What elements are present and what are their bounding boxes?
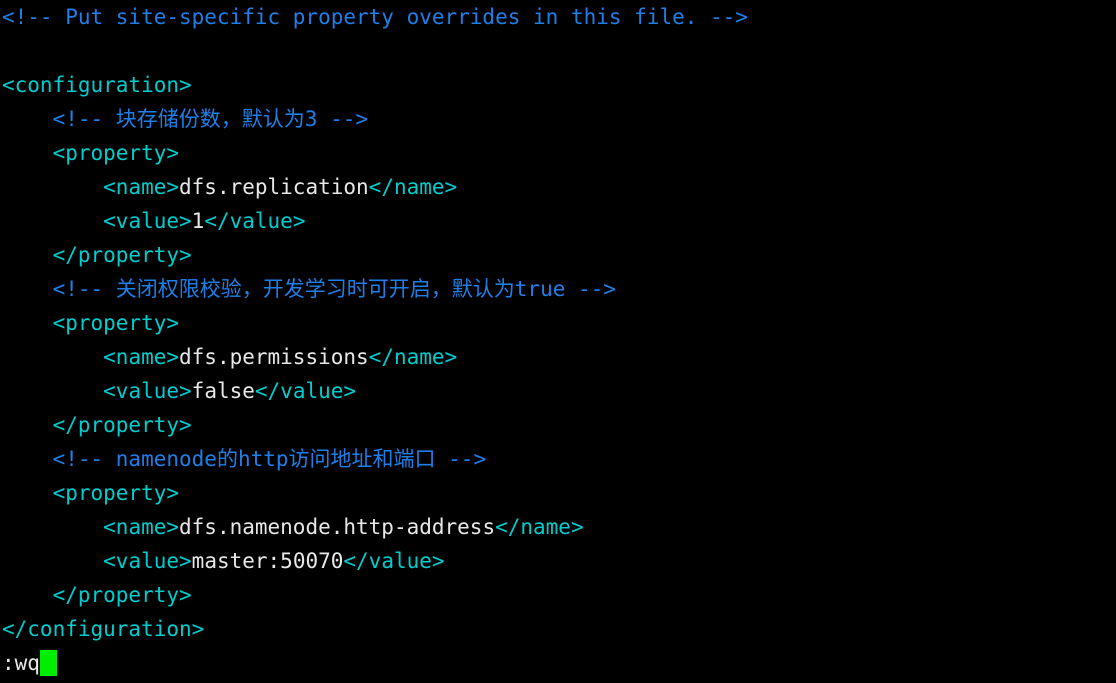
- xml-close-tag: </name>: [495, 515, 584, 539]
- vim-command-line[interactable]: :wq: [0, 646, 1116, 680]
- xml-close-tag: </value>: [343, 549, 445, 573]
- xml-close-tag: </value>: [204, 209, 306, 233]
- xml-close-tag: </name>: [368, 345, 458, 369]
- block-cursor: [39, 650, 57, 676]
- xml-open-tag: <value>: [103, 209, 192, 233]
- terminal-window[interactable]: <!-- Put site-specific property override…: [0, 0, 1116, 683]
- code-line: <name>dfs.replication</name>: [0, 170, 1116, 204]
- code-line: <!-- 块存储份数，默认为3 -->: [0, 102, 1116, 136]
- xml-open-tag: <value>: [103, 379, 192, 403]
- code-line: <name>dfs.permissions</name>: [0, 340, 1116, 374]
- code-line: <!-- 关闭权限校验，开发学习时可开启，默认为true -->: [0, 272, 1116, 306]
- xml-tag-value: 1: [191, 209, 205, 233]
- xml-open-tag: <value>: [103, 549, 192, 573]
- code-line: </property>: [0, 578, 1116, 612]
- editor-buffer[interactable]: <!-- Put site-specific property override…: [0, 0, 1116, 646]
- code-line: <!-- namenode的http访问地址和端口 -->: [0, 442, 1116, 476]
- code-line: <!-- Put site-specific property override…: [0, 0, 1116, 34]
- code-line: <name>dfs.namenode.http-address</name>: [0, 510, 1116, 544]
- xml-open-tag: <property>: [52, 311, 180, 335]
- xml-open-tag: <property>: [52, 141, 180, 165]
- xml-close-tag: </property>: [52, 583, 192, 607]
- xml-tag-value: dfs.replication: [179, 175, 369, 199]
- xml-open-tag: <property>: [52, 481, 180, 505]
- xml-open-tag: <name>: [103, 515, 180, 539]
- code-line: <property>: [0, 306, 1116, 340]
- xml-comment: <!-- Put site-specific property override…: [2, 5, 748, 29]
- code-line: </configuration>: [0, 612, 1116, 646]
- code-line: <value>master:50070</value>: [0, 544, 1116, 578]
- code-line: </property>: [0, 408, 1116, 442]
- xml-close-tag: </configuration>: [2, 617, 205, 641]
- xml-tag-value: dfs.namenode.http-address: [179, 515, 496, 539]
- xml-comment: <!-- 块存储份数，默认为3 -->: [52, 107, 369, 131]
- code-line: [0, 34, 1116, 68]
- xml-close-tag: </value>: [254, 379, 357, 403]
- xml-tag-value: master:50070: [191, 549, 344, 573]
- code-line: <value>1</value>: [0, 204, 1116, 238]
- code-line: <value>false</value>: [0, 374, 1116, 408]
- code-line: <property>: [0, 136, 1116, 170]
- code-line: <configuration>: [0, 68, 1116, 102]
- xml-open-tag: <configuration>: [2, 73, 192, 97]
- xml-close-tag: </name>: [368, 175, 458, 199]
- xml-open-tag: <name>: [103, 345, 180, 369]
- vim-command-text: :wq: [2, 651, 40, 675]
- xml-open-tag: <name>: [103, 175, 180, 199]
- xml-tag-value: false: [191, 379, 255, 403]
- xml-close-tag: </property>: [52, 413, 192, 437]
- code-line: </property>: [0, 238, 1116, 272]
- xml-comment: <!-- 关闭权限校验，开发学习时可开启，默认为true -->: [52, 277, 616, 301]
- xml-comment: <!-- namenode的http访问地址和端口 -->: [52, 447, 487, 471]
- xml-close-tag: </property>: [52, 243, 192, 267]
- code-line: <property>: [0, 476, 1116, 510]
- xml-tag-value: dfs.permissions: [179, 345, 369, 369]
